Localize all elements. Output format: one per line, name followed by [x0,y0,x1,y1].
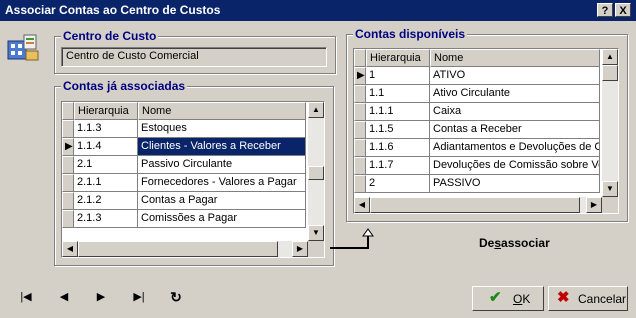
horizontal-scrollbar[interactable]: ◀ ▶ [354,197,602,213]
row-indicator[interactable]: ▶ [62,138,74,156]
prev-record-icon[interactable]: ◀ [55,288,73,306]
contas-associadas-group: Contas já associadas Hierarquia Nome 1.1.3… [54,79,334,266]
next-record-icon[interactable]: ▶ [92,288,110,306]
table-cell-nome[interactable]: Fornecedores - Valores a Pagar [138,174,306,192]
checkmark-icon: ✔ [489,289,502,306]
grid-header-indicator [354,49,366,67]
refresh-icon[interactable]: ↻ [167,288,185,306]
row-indicator[interactable] [354,157,366,175]
centro-custo-field[interactable]: Centro de Custo Comercial [61,47,327,67]
table-cell-nome[interactable]: Ativo Circulante [430,85,600,103]
column-header[interactable]: Hierarquia [74,102,138,120]
table-cell-nome[interactable]: Contas a Pagar [138,192,306,210]
table-cell-nome[interactable]: ATIVO [430,67,600,85]
table-cell-nome[interactable]: Passivo Circulante [138,156,306,174]
scroll-up-icon[interactable]: ▲ [308,102,324,118]
table-cell-nome[interactable]: Clientes - Valores a Receber [138,138,306,156]
table-cell-hierarquia[interactable]: 2.1 [74,156,138,174]
scroll-thumb[interactable] [308,166,324,180]
scroll-left-icon[interactable]: ◀ [354,197,370,213]
centro-custo-legend: Centro de Custo [61,29,159,43]
contas-disponiveis-legend: Contas disponíveis [353,27,468,41]
vertical-scrollbar[interactable]: ▲ ▼ [602,49,618,197]
cancel-button[interactable]: ✖ Cancelar [548,286,628,311]
contas-associadas-grid[interactable]: Hierarquia Nome 1.1.3 Estoques ▶ 1.1.4 Cliente… [61,101,325,258]
scroll-down-icon[interactable]: ▼ [602,181,618,197]
row-indicator[interactable] [354,139,366,157]
table-cell-hierarquia[interactable]: 1.1 [366,85,430,103]
row-indicator[interactable] [354,103,366,121]
cancel-x-icon: ✖ [557,289,570,306]
scroll-right-icon[interactable]: ▶ [292,241,308,257]
close-button[interactable]: X [615,3,631,17]
scroll-thumb[interactable] [370,197,580,213]
current-row-arrow-icon: ▶ [357,70,365,81]
first-record-icon[interactable]: |◀ [17,288,35,306]
table-cell-hierarquia[interactable]: 1.1.7 [366,157,430,175]
table-cell-nome[interactable]: Caixa [430,103,600,121]
table-cell-hierarquia[interactable]: 1.1.6 [366,139,430,157]
vertical-scrollbar[interactable]: ▲ ▼ [308,102,324,241]
table-cell-hierarquia[interactable]: 2.1.1 [74,174,138,192]
column-header[interactable]: Nome [430,49,600,67]
scroll-up-icon[interactable]: ▲ [602,49,618,65]
table-cell-nome[interactable]: PASSIVO [430,175,600,193]
table-cell-nome[interactable]: Contas a Receber [430,121,600,139]
ok-button[interactable]: ✔ OK [472,286,544,311]
ok-label: OK [513,292,531,306]
window-title: Associar Contas ao Centro de Custos [5,3,221,17]
transfer-connector-arrow-icon[interactable] [328,228,376,252]
table-cell-hierarquia[interactable]: 1.1.5 [366,121,430,139]
grid-header-indicator [62,102,74,120]
table-cell-hierarquia[interactable]: 1.1.4 [74,138,138,156]
scroll-thumb[interactable] [602,65,618,81]
table-cell-hierarquia[interactable]: 2 [366,175,430,193]
cancel-label: Cancelar [578,292,627,306]
contas-disponiveis-group: Contas disponíveis Hierarquia Nome ▶ 1 ATIVO… [346,27,628,222]
table-cell-nome[interactable]: Adiantamentos e Devoluções de Co [430,139,600,157]
row-indicator[interactable] [354,121,366,139]
column-header[interactable]: Hierarquia [366,49,430,67]
table-cell-nome[interactable]: Estoques [138,120,306,138]
column-header[interactable]: Nome [138,102,306,120]
centro-custo-group: Centro de Custo Centro de Custo Comercia… [54,29,336,74]
app-icon [7,34,39,61]
table-cell-nome[interactable]: Comissões a Pagar [138,210,306,228]
title-bar[interactable]: Associar Contas ao Centro de Custos ? X [0,0,636,21]
row-indicator[interactable] [354,85,366,103]
scroll-corner [308,241,324,257]
row-indicator[interactable] [62,192,74,210]
last-record-icon[interactable]: ▶| [130,288,148,306]
row-indicator[interactable] [62,174,74,192]
current-row-arrow-icon: ▶ [65,141,73,152]
scroll-thumb[interactable] [78,241,278,257]
contas-associadas-legend: Contas já associadas [61,79,188,93]
row-indicator[interactable] [62,156,74,174]
table-cell-nome[interactable]: Devoluções de Comissão sobre Ven [430,157,600,175]
scroll-left-icon[interactable]: ◀ [62,241,78,257]
table-cell-hierarquia[interactable]: 2.1.2 [74,192,138,210]
horizontal-scrollbar[interactable]: ◀ ▶ [62,241,308,257]
row-indicator[interactable]: ▶ [354,67,366,85]
scroll-down-icon[interactable]: ▼ [308,225,324,241]
row-indicator[interactable] [354,175,366,193]
desassociar-button[interactable]: Desassociar [479,236,550,250]
table-cell-hierarquia[interactable]: 2.1.3 [74,210,138,228]
table-cell-hierarquia[interactable]: 1.1.1 [366,103,430,121]
table-cell-hierarquia[interactable]: 1 [366,67,430,85]
row-indicator[interactable] [62,120,74,138]
scroll-right-icon[interactable]: ▶ [586,197,602,213]
scroll-corner [602,197,618,213]
table-cell-hierarquia[interactable]: 1.1.3 [74,120,138,138]
help-button[interactable]: ? [597,3,613,17]
contas-disponiveis-grid[interactable]: Hierarquia Nome ▶ 1 ATIVO 1.1 Ativo Circulante… [353,48,619,214]
row-indicator[interactable] [62,210,74,228]
